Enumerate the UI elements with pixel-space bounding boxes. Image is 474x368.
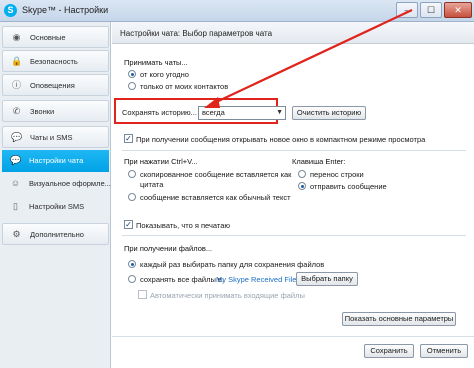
sidebar: ◉ Основные 🔒 Безопасность ⓘ Оповещения ✆… (0, 22, 111, 368)
history-label: Сохранять историю... (122, 108, 197, 117)
auto-accept-label: Автоматически принимать входящие файлы (150, 291, 305, 300)
title-bar: S Skype™ - Настройки – ☐ ✕ (0, 0, 474, 22)
radio-enter-send-label: отправить сообщение (310, 182, 387, 191)
sidebar-item-label: Дополнительно (30, 230, 84, 239)
radio-enter-send[interactable] (298, 182, 306, 190)
sidebar-item-label: Оповещения (30, 81, 75, 90)
enter-key-title: Клавиша Enter: (292, 157, 346, 166)
radio-enter-newline[interactable] (298, 170, 306, 178)
radio-anyone[interactable] (128, 70, 136, 78)
sidebar-item-notifications[interactable]: ⓘ Оповещения (2, 74, 109, 96)
divider (112, 336, 474, 337)
chevron-down-icon: ▼ (276, 109, 283, 116)
sidebar-item-label: Настройки SMS (29, 202, 85, 211)
radio-save-all[interactable] (128, 275, 136, 283)
radio-paste-plain-label: сообщение вставляется как обычный текст (140, 193, 291, 202)
divider (122, 235, 466, 236)
skype-logo-icon: S (4, 4, 17, 17)
radio-paste-plain[interactable] (128, 193, 136, 201)
sidebar-item-label: Безопасность (30, 57, 78, 66)
history-select-value: всегда (202, 108, 225, 117)
sidebar-item-general[interactable]: ◉ Основные (2, 26, 109, 48)
clear-history-button[interactable]: Очистить историю (292, 106, 366, 120)
chat-bubble-icon: 💬 (10, 155, 22, 165)
phone-icon: ✆ (12, 106, 21, 116)
radio-paste-quote[interactable] (128, 170, 136, 178)
sidebar-item-visual-style[interactable]: ☺ Визуальное оформле... (2, 173, 111, 195)
panel-header: Настройки чата: Выбор параметров чата (112, 22, 474, 44)
save-button[interactable]: Сохранить (364, 344, 414, 358)
radio-paste-quote-label-2: цитата (140, 180, 164, 189)
sidebar-item-label: Основные (30, 33, 66, 42)
radio-contacts-only-label: только от моих контактов (140, 82, 229, 91)
gear-icon: ⚙ (12, 229, 21, 239)
cancel-button[interactable]: Отменить (420, 344, 468, 358)
show-typing-label: Показывать, что я печатаю (136, 221, 231, 230)
sidebar-item-label: Визуальное оформле... (29, 179, 111, 188)
settings-panel: Настройки чата: Выбор параметров чата Пр… (112, 22, 474, 368)
close-button[interactable]: ✕ (444, 2, 472, 18)
compact-window-checkbox[interactable]: ✓ (124, 134, 133, 143)
window-title: Skype™ - Настройки (22, 5, 109, 15)
chat-icon: 💬 (11, 132, 23, 142)
skype-icon: ◉ (12, 32, 21, 42)
sidebar-item-label: Чаты и SMS (30, 133, 73, 142)
radio-contacts-only[interactable] (128, 82, 136, 90)
radio-save-all-label: сохранять все файлы в: (140, 275, 224, 284)
divider (122, 150, 466, 151)
sidebar-item-sms-settings[interactable]: ▯ Настройки SMS (2, 196, 109, 218)
page-title: Настройки чата: Выбор параметров чата (120, 29, 273, 38)
info-icon: ⓘ (11, 80, 21, 90)
sidebar-item-chats-sms[interactable]: 💬 Чаты и SMS (2, 126, 109, 148)
received-files-folder-link[interactable]: My Skype Received Files (216, 275, 300, 284)
sidebar-item-security[interactable]: 🔒 Безопасность (2, 50, 109, 72)
accept-chats-title: Принимать чаты... (124, 58, 188, 67)
radio-anyone-label: от кого угодно (140, 70, 189, 79)
choose-folder-button[interactable]: Выбрать папку (296, 272, 358, 286)
lock-icon: 🔒 (11, 56, 23, 66)
sidebar-item-chat-settings[interactable]: 💬 Настройки чата (2, 150, 109, 172)
radio-enter-newline-label: перенос строки (310, 170, 364, 179)
compact-window-label: При получении сообщения открывать новое … (136, 135, 426, 144)
show-basic-settings-button[interactable]: Показать основные параметры (342, 312, 456, 326)
history-select[interactable]: всегда ▼ (198, 106, 286, 120)
file-receive-title: При получении файлов... (124, 244, 213, 253)
sidebar-item-advanced[interactable]: ⚙ Дополнительно (2, 223, 109, 245)
sidebar-item-label: Настройки чата (29, 156, 84, 165)
minimize-button[interactable]: – (396, 2, 418, 18)
sidebar-item-label: Звонки (30, 107, 55, 116)
show-typing-checkbox[interactable]: ✓ (124, 220, 133, 229)
ctrl-v-title: При нажатии Ctrl+V... (124, 157, 198, 166)
radio-paste-quote-label: скопированное сообщение вставляется как (140, 170, 292, 179)
mobile-icon: ▯ (13, 201, 18, 211)
sidebar-item-calls[interactable]: ✆ Звонки (2, 100, 109, 122)
maximize-button[interactable]: ☐ (420, 2, 442, 18)
smiley-icon: ☺ (10, 178, 21, 188)
radio-ask-folder[interactable] (128, 260, 136, 268)
radio-ask-folder-label: каждый раз выбирать папку для сохранения… (140, 260, 325, 269)
auto-accept-checkbox[interactable] (138, 290, 147, 299)
